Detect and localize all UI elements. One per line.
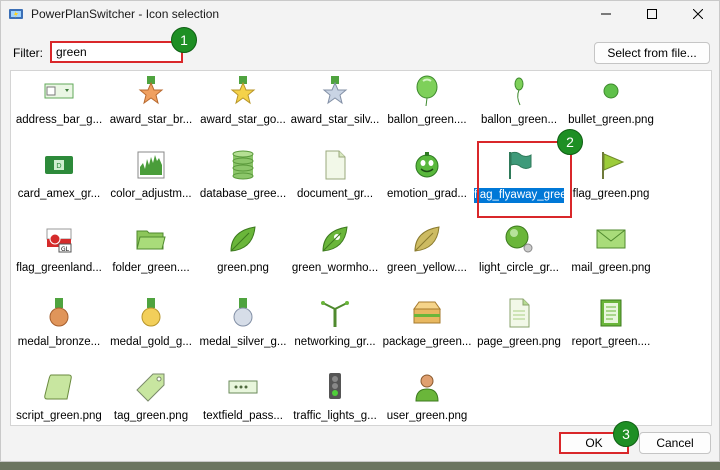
selection-highlight	[477, 141, 572, 218]
package-icon	[413, 301, 441, 324]
icon-item[interactable]: award_star_silv...	[289, 73, 381, 145]
award-star-bronze-icon	[138, 76, 164, 105]
balloon-small-icon	[514, 77, 524, 106]
icon-item[interactable]: color_adjustm...	[105, 147, 197, 219]
icon-item[interactable]: medal_gold_g...	[105, 295, 197, 367]
icon-item[interactable]: script_green.png	[13, 369, 105, 425]
emotion-icon	[415, 152, 439, 178]
flag-greenland-icon: GL	[46, 228, 72, 253]
icon-item[interactable]: emotion_grad...	[381, 147, 473, 219]
icon-item[interactable]: green.png	[197, 221, 289, 293]
icon-item[interactable]: tag_green.png	[105, 369, 197, 425]
icon-item[interactable]: textfield_pass...	[197, 369, 289, 425]
svg-text:D: D	[56, 162, 61, 170]
minimize-button[interactable]	[583, 1, 629, 27]
step-badge-3: 3	[613, 421, 639, 447]
medal-silver-icon	[233, 298, 253, 327]
filter-input[interactable]	[50, 41, 183, 63]
leaf-yellow-icon	[414, 226, 440, 252]
icon-item[interactable]: address_bar_g...	[13, 73, 105, 145]
icon-item[interactable]: package_green...	[381, 295, 473, 367]
folder-icon	[136, 230, 166, 250]
medal-gold-icon	[141, 298, 161, 327]
address-bar-icon	[44, 83, 74, 99]
medal-bronze-icon	[49, 298, 69, 327]
icon-item[interactable]: mail_green.png	[565, 221, 657, 293]
icon-item[interactable]: ballon_green....	[381, 73, 473, 145]
light-circle-icon	[505, 225, 533, 253]
textfield-password-icon	[228, 380, 258, 394]
icon-selection-window: PowerPlanSwitcher - Icon selection Filte…	[0, 0, 720, 462]
icon-item[interactable]: folder_green....	[105, 221, 197, 293]
icon-item[interactable]: document_gr...	[289, 147, 381, 219]
cancel-button[interactable]: Cancel	[639, 432, 711, 454]
maximize-button[interactable]	[629, 1, 675, 27]
icon-item[interactable]: medal_bronze...	[13, 295, 105, 367]
close-icon	[693, 9, 703, 19]
balloon-icon	[416, 75, 438, 107]
tag-icon	[136, 373, 165, 402]
minimize-icon	[601, 13, 611, 15]
icon-item[interactable]: GL flag_greenland...	[13, 221, 105, 293]
icon-item[interactable]: traffic_lights_g...	[289, 369, 381, 425]
database-icon	[232, 150, 254, 180]
close-button[interactable]	[675, 1, 720, 27]
title-bar[interactable]: PowerPlanSwitcher - Icon selection	[1, 1, 719, 27]
icon-item[interactable]: green_yellow....	[381, 221, 473, 293]
networking-icon	[321, 301, 349, 327]
traffic-lights-icon	[329, 373, 341, 399]
icon-item[interactable]: medal_silver_g...	[197, 295, 289, 367]
leaf-wormhole-icon	[322, 226, 348, 252]
icon-item[interactable]: award_star_br...	[105, 73, 197, 145]
step-badge-2: 2	[557, 129, 583, 155]
select-from-file-button[interactable]: Select from file...	[594, 42, 710, 64]
maximize-icon	[647, 9, 657, 19]
leaf-icon	[230, 226, 256, 252]
report-icon	[600, 299, 622, 327]
icon-grid[interactable]: address_bar_g... award_star_br... award_…	[10, 70, 712, 426]
icon-item[interactable]: report_green....	[565, 295, 657, 367]
power-plan-icon	[9, 9, 23, 19]
icon-item[interactable]: networking_gr...	[289, 295, 381, 367]
page-icon	[509, 298, 530, 328]
document-icon	[325, 150, 346, 180]
svg-text:GL: GL	[61, 246, 70, 253]
script-icon	[44, 374, 72, 400]
color-adjustment-icon	[137, 151, 165, 179]
step-badge-1: 1	[171, 27, 197, 53]
icon-item[interactable]: D card_amex_gr...	[13, 147, 105, 219]
user-icon	[415, 374, 439, 402]
window-title: PowerPlanSwitcher - Icon selection	[31, 7, 220, 21]
icon-item[interactable]: user_green.png	[381, 369, 473, 425]
icon-item[interactable]: flag_green.png	[565, 147, 657, 219]
icon-item[interactable]: award_star_go...	[197, 73, 289, 145]
icon-item[interactable]: page_green.png	[473, 295, 565, 367]
mail-icon	[596, 229, 626, 249]
icon-item[interactable]: light_circle_gr...	[473, 221, 565, 293]
filter-label: Filter:	[13, 46, 43, 60]
bullet-icon	[603, 83, 619, 99]
icon-item[interactable]: database_gree...	[197, 147, 289, 219]
award-star-silver-icon	[322, 76, 348, 105]
award-star-gold-icon	[230, 76, 256, 105]
flag-icon	[602, 152, 625, 179]
icon-item[interactable]: ballon_green...	[473, 73, 565, 145]
icon-item[interactable]: green_wormho...	[289, 221, 381, 293]
card-amex-icon: D	[45, 156, 73, 174]
